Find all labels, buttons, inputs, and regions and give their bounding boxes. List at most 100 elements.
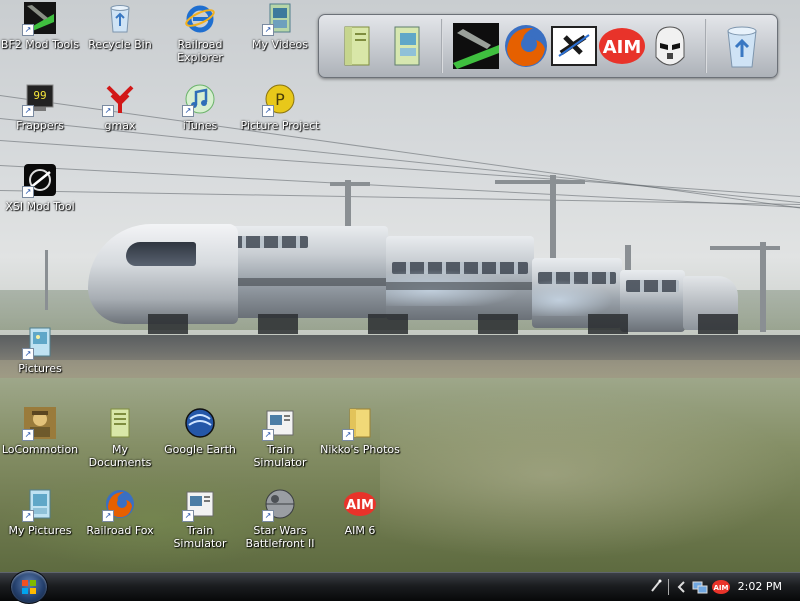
clock[interactable]: 2:02 PM <box>738 580 782 593</box>
desktop-icon-gmax[interactable]: ↗ gmax <box>80 83 160 132</box>
svg-text:AIM: AIM <box>346 498 374 513</box>
dock-item-my-pictures[interactable] <box>383 23 429 69</box>
desktop-icon-locommotion[interactable]: ↗ LoCommotion <box>0 407 80 456</box>
dock-item-recycle-bin[interactable] <box>719 23 765 69</box>
recycle-bin-icon <box>104 2 136 34</box>
network-icon[interactable] <box>692 579 708 595</box>
folder-icon: ↗ <box>342 407 376 441</box>
desktop-icon-label: iTunes <box>182 119 218 132</box>
my-documents-icon <box>344 26 370 66</box>
svg-text:AIM: AIM <box>714 584 729 592</box>
dock-item-star-destroyer[interactable] <box>453 23 499 69</box>
desktop-icon-itunes[interactable]: ↗ iTunes <box>160 83 240 132</box>
desktop-icon-my-pictures[interactable]: ↗ My Pictures <box>0 488 80 537</box>
svg-text:AIM: AIM <box>603 37 642 58</box>
clone-trooper-icon <box>655 26 685 66</box>
train-bogies <box>148 314 738 334</box>
gmax-icon: ↗ <box>102 83 136 117</box>
xsi-mod-tool-icon: ↗ <box>22 164 56 198</box>
desktop-icon-google-earth[interactable]: Google Earth <box>160 407 240 456</box>
desktop-icon-label: My Pictures <box>8 524 72 537</box>
desktop-icon-my-documents[interactable]: My Documents <box>80 407 160 469</box>
windows-logo-icon <box>22 580 36 594</box>
dock-separator <box>441 19 443 73</box>
svg-text:99: 99 <box>33 89 46 102</box>
xfire-icon <box>551 26 597 66</box>
catenary-arm <box>330 182 370 186</box>
desktop-icon-bf2-mod-tools[interactable]: ↗ BF2 Mod Tools <box>0 2 80 51</box>
desktop-icon-label: Railroad Explorer <box>177 38 223 64</box>
desktop-icon-label: Nikko's Photos <box>320 443 400 456</box>
desktop-icon-nikkos-photos[interactable]: ↗ Nikko's Photos <box>320 407 400 456</box>
train-cab-window <box>126 242 196 266</box>
internet-explorer-icon <box>184 2 216 34</box>
train-car <box>386 236 534 320</box>
firefox-icon: ↗ <box>102 488 136 522</box>
desktop-icon-label: My Documents <box>88 443 152 469</box>
desktop-icon-recycle-bin[interactable]: Recycle Bin <box>80 2 160 51</box>
chevron-left-icon[interactable] <box>676 580 686 594</box>
my-documents-icon <box>104 407 136 439</box>
catenary-arm <box>495 180 585 184</box>
tray-divider <box>668 579 669 595</box>
desktop-icon-label: Frappers <box>16 119 64 132</box>
dock-item-xfire[interactable] <box>551 23 597 69</box>
dock-item-clone-trooper[interactable] <box>647 23 693 69</box>
desktop-icon-label: Picture Project <box>240 119 320 132</box>
desktop-icon-train-simulator[interactable]: ↗ Train Simulator <box>240 407 320 469</box>
desktop-icon-railroad-explorer[interactable]: Railroad Explorer <box>160 2 240 64</box>
desktop-icon-xsi-mod-tool[interactable]: ↗ XSI Mod Tool <box>0 164 80 213</box>
train-simulator-icon: ↗ <box>182 488 216 522</box>
overhead-wire <box>0 190 800 206</box>
pen-tool-icon[interactable] <box>650 579 662 593</box>
my-pictures-icon: ↗ <box>22 488 56 522</box>
pictures-folder-icon: ↗ <box>22 326 56 360</box>
my-videos-icon: ↗ <box>262 2 296 36</box>
desktop-icon-label: BF2 Mod Tools <box>0 38 80 51</box>
desktop-icon-label: Recycle Bin <box>88 38 152 51</box>
firefox-icon <box>505 25 547 67</box>
desktop-icon-star-wars-battlefront-ii[interactable]: ↗ Star Wars Battlefront II <box>240 488 320 550</box>
start-button[interactable] <box>10 570 48 604</box>
desktop-icon-label: Train Simulator <box>253 443 307 469</box>
dock-separator <box>705 19 707 73</box>
bf2-mod-tools-icon: ↗ <box>22 2 56 36</box>
dock: AIM <box>318 14 778 78</box>
desktop-icon-label: gmax <box>104 119 136 132</box>
desktop-icon-label: Star Wars Battlefront II <box>245 524 315 550</box>
aim-tray-icon[interactable]: AIM <box>712 579 730 595</box>
taskbar: AIM 2:02 PM <box>0 570 800 604</box>
desktop-icon-label: Train Simulator <box>173 524 227 550</box>
picture-project-icon: P ↗ <box>262 83 296 117</box>
desktop-icon-my-videos[interactable]: ↗ My Videos <box>240 2 320 51</box>
desktop-icon-label: XSI Mod Tool <box>5 200 75 213</box>
desktop-icon-picture-project[interactable]: P ↗ Picture Project <box>240 83 320 132</box>
desktop-icon-label: My Videos <box>251 38 309 51</box>
tgv-train <box>88 214 738 338</box>
catenary-pole <box>760 242 766 332</box>
desktop-icon-frappers[interactable]: 99 ↗ Frappers <box>0 83 80 132</box>
desktop-icon-label: LoCommotion <box>1 443 79 456</box>
aim-icon: AIM <box>344 488 376 520</box>
desktop-icon-label: Railroad Fox <box>86 524 154 537</box>
catenary-pole <box>45 250 48 310</box>
dock-item-my-documents[interactable] <box>333 23 379 69</box>
desktop-icon-pictures[interactable]: ↗ Pictures <box>0 326 80 375</box>
desktop-icon-train-simulator-2[interactable]: ↗ Train Simulator <box>160 488 240 550</box>
google-earth-icon <box>184 407 216 439</box>
motion-blur <box>380 390 800 560</box>
desktop-icon-label: Google Earth <box>164 443 236 456</box>
my-pictures-icon <box>394 26 420 66</box>
recycle-bin-icon <box>727 26 757 68</box>
death-star-icon: ↗ <box>262 488 296 522</box>
star-destroyer-icon <box>453 23 499 69</box>
aim-icon: AIM <box>599 28 645 64</box>
fraps-icon: 99 ↗ <box>22 83 56 117</box>
dock-item-firefox[interactable] <box>503 23 549 69</box>
desktop-icon-railroad-fox[interactable]: ↗ Railroad Fox <box>80 488 160 537</box>
train-simulator-icon: ↗ <box>262 407 296 441</box>
svg-text:P: P <box>275 90 285 109</box>
dock-item-aim[interactable]: AIM <box>599 23 645 69</box>
desktop-icon-aim-6[interactable]: AIM AIM 6 <box>320 488 400 537</box>
train-nose <box>88 224 238 324</box>
